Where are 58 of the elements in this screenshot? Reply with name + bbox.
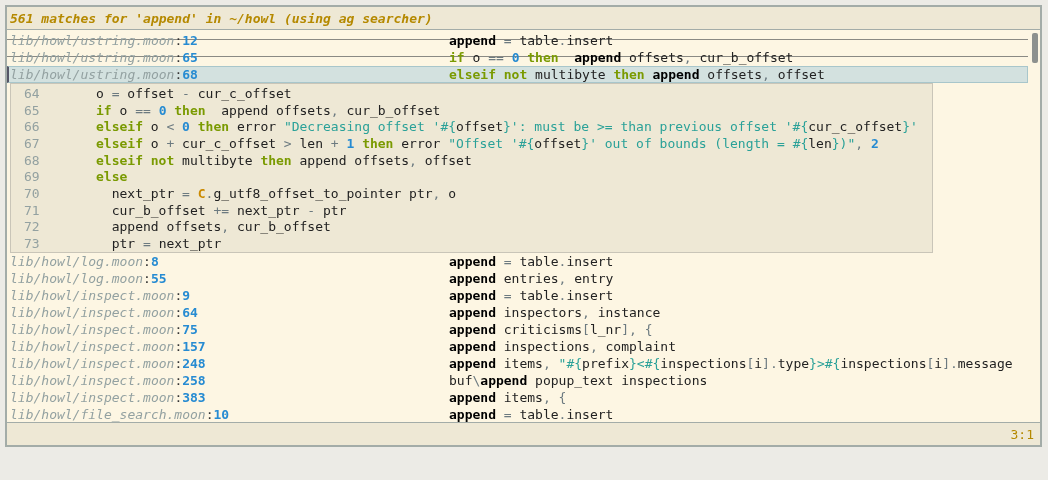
file-location: lib/howl/inspect.moon:248 bbox=[10, 356, 207, 371]
code-line: o = offset - cur_c_offset bbox=[96, 85, 292, 101]
match-code: if o == 0 then append offsets, cur_b_offset bbox=[449, 50, 794, 65]
search-header: 561 matches for 'append' in ~/howl (using ag searcher) bbox=[7, 7, 1040, 30]
file-location: lib/howl/log.moon:8 bbox=[10, 254, 160, 269]
file-location: lib/howl/log.moon:55 bbox=[10, 271, 168, 286]
match-code: elseif not multibyte then append offsets, offset bbox=[449, 67, 825, 82]
line-number: 67 bbox=[23, 135, 41, 151]
result-row[interactable]: lib/howl/ustring.moon:68 elseif not multibyte then append offsets, offset bbox=[7, 66, 1028, 83]
file-location: lib/howl/ustring.moon:68 bbox=[10, 67, 199, 82]
code-line: cur_b_offset += next_ptr - ptr bbox=[110, 202, 347, 218]
file-location: lib/howl/inspect.moon:9 bbox=[10, 288, 192, 303]
match-code: append items, "#{prefix}<#{inspections[i].type}>#{inspections[i].message bbox=[449, 356, 1013, 371]
code-line: ptr = next_ptr bbox=[110, 236, 222, 252]
match-code: append = table.insert bbox=[449, 254, 614, 269]
file-location: lib/howl/file_search.moon:10 bbox=[10, 407, 231, 422]
file-location: lib/howl/inspect.moon:157 bbox=[10, 339, 207, 354]
match-code: append inspectors, instance bbox=[449, 305, 661, 320]
line-number: 64 bbox=[23, 85, 41, 101]
file-location: lib/howl/inspect.moon:383 bbox=[10, 390, 207, 405]
line-number: 66 bbox=[23, 119, 41, 135]
file-location: lib/howl/inspect.moon:258 bbox=[10, 373, 207, 388]
scrollbar-thumb[interactable] bbox=[1032, 33, 1038, 63]
code-line: else bbox=[96, 169, 128, 185]
result-row[interactable]: lib/howl/inspect.moon:383 append items, { bbox=[7, 389, 1028, 406]
code-line: elseif o + cur_c_offset > len + 1 then error "Offset '#{offset}' out of bounds (length = #{len})", 2 bbox=[96, 135, 879, 151]
match-code: append items, { bbox=[449, 390, 567, 405]
result-row[interactable]: lib/howl/file_search.moon:10 append = table.insert bbox=[7, 406, 1028, 422]
result-row[interactable]: lib/howl/inspect.moon:75 append criticisms[l_nr], { bbox=[7, 321, 1028, 338]
match-code: buf\append popup_text inspections bbox=[449, 373, 708, 388]
match-code: append = table.insert bbox=[449, 288, 614, 303]
line-number: 65 bbox=[23, 102, 41, 118]
line-number: 68 bbox=[23, 152, 41, 168]
match-code: append entries, entry bbox=[449, 271, 614, 286]
result-row[interactable]: lib/howl/inspect.moon:248 append items, "#{prefix}<#{inspections[i].type}>#{inspections[i].message bbox=[7, 355, 1028, 372]
result-row[interactable]: lib/howl/log.moon:8 append = table.insert bbox=[7, 253, 1028, 270]
line-number: 69 bbox=[23, 169, 41, 185]
code-line: if o == 0 then append offsets, cur_b_offset bbox=[96, 102, 441, 118]
cursor-position: 3:1 bbox=[1010, 426, 1034, 442]
result-row[interactable]: lib/howl/inspect.moon:9 append = table.insert bbox=[7, 287, 1028, 304]
code-line: elseif not multibyte then append offsets, offset bbox=[96, 152, 472, 168]
line-number: 72 bbox=[23, 219, 41, 235]
match-code: append = table.insert bbox=[449, 33, 614, 48]
file-location: lib/howl/inspect.moon:75 bbox=[10, 322, 199, 337]
line-number: 71 bbox=[23, 202, 41, 218]
result-row[interactable]: lib/howl/log.moon:55 append entries, entry bbox=[7, 270, 1028, 287]
match-code: append inspections, complaint bbox=[449, 339, 676, 354]
line-number: 70 bbox=[23, 186, 41, 202]
result-row[interactable]: lib/howl/inspect.moon:157 append inspections, complaint bbox=[7, 338, 1028, 355]
match-code: append = table.insert bbox=[449, 407, 614, 422]
file-location: lib/howl/inspect.moon:64 bbox=[10, 305, 199, 320]
result-row[interactable]: lib/howl/inspect.moon:258 buf\append popup_text inspections bbox=[7, 372, 1028, 389]
code-line: elseif o < 0 then error "Decreasing offset '#{offset}': must be >= than previous offset '#{cur_c_offset}' bbox=[96, 119, 918, 135]
match-code: append criticisms[l_nr], { bbox=[449, 322, 653, 337]
line-number: 73 bbox=[23, 236, 41, 252]
code-line: next_ptr = C.g_utf8_offset_to_pointer ptr, o bbox=[110, 186, 457, 202]
result-row[interactable]: lib/howl/inspect.moon:64 append inspectors, instance bbox=[7, 304, 1028, 321]
code-line: append offsets, cur_b_offset bbox=[110, 219, 331, 235]
